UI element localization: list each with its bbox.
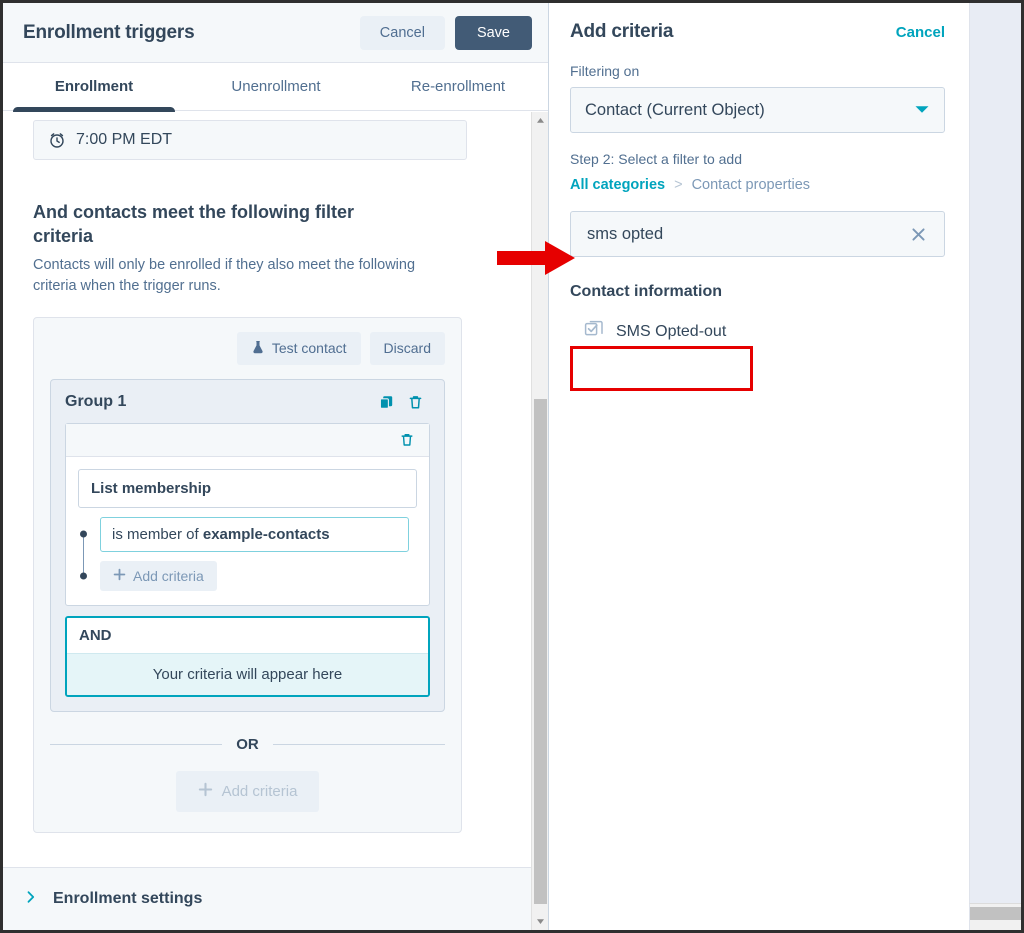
test-contact-button[interactable]: Test contact <box>236 331 361 365</box>
copy-icon[interactable] <box>372 392 401 413</box>
tab-enrollment[interactable]: Enrollment <box>3 63 185 116</box>
search-field-wrap <box>570 211 945 257</box>
right-gutter <box>969 3 1021 903</box>
flask-icon <box>251 340 265 357</box>
filter-condition[interactable]: is member of example-contacts <box>100 516 409 552</box>
filter-conditions-list: is member of example-contacts Add criter… <box>78 516 417 591</box>
and-placeholder: Your criteria will appear here <box>67 653 428 695</box>
result-item-sms-opted-out[interactable]: SMS Opted-out <box>570 309 765 354</box>
enrollment-scroll-content: 7:00 PM EDT And contacts meet the follow… <box>3 112 532 867</box>
filter-section-description: Contacts will only be enrolled if they a… <box>33 256 416 294</box>
scroll-down-arrow-icon[interactable] <box>532 913 548 930</box>
app-window: Enrollment triggers Cancel Save Enrollme… <box>0 0 1024 933</box>
save-button[interactable]: Save <box>454 15 532 50</box>
panel-header: Enrollment triggers Cancel Save <box>3 3 548 63</box>
tab-re-enrollment[interactable]: Re-enrollment <box>367 63 548 110</box>
plus-icon <box>113 568 126 584</box>
filter-card-body: List membership is member of example-con… <box>66 457 429 605</box>
add-criteria-inline-button[interactable]: Add criteria <box>100 560 217 591</box>
search-input[interactable] <box>585 223 907 245</box>
horizontal-scrollbar[interactable] <box>969 903 1021 930</box>
add-criteria-group-button[interactable]: Add criteria <box>175 770 320 812</box>
plus-icon <box>198 782 213 801</box>
result-item-label: SMS Opted-out <box>616 322 727 340</box>
results-group-title: Contact information <box>570 283 722 300</box>
add-criteria-inline-label: Add criteria <box>133 567 204 584</box>
divider-line-left <box>50 743 223 745</box>
enrollment-settings-label: Enrollment settings <box>53 890 203 907</box>
checkbox-list-icon <box>584 319 604 344</box>
tab-unenrollment[interactable]: Unenrollment <box>185 63 367 110</box>
and-block: AND Your criteria will appear here <box>65 615 430 697</box>
trigger-time-chip[interactable]: 7:00 PM EDT <box>33 120 467 160</box>
add-criteria-group-label: Add criteria <box>221 782 298 800</box>
breadcrumb-current: Contact properties <box>691 177 811 193</box>
filter-delete-trash-icon[interactable] <box>393 430 421 450</box>
filter-property-name[interactable]: List membership <box>78 468 417 508</box>
cancel-button[interactable]: Cancel <box>359 15 445 50</box>
tab-unenrollment-label: Unenrollment <box>231 78 321 95</box>
breadcrumb: All categories > Contact properties <box>570 177 945 193</box>
discard-label: Discard <box>383 340 431 357</box>
close-icon[interactable] <box>907 223 930 246</box>
tab-re-enrollment-label: Re-enrollment <box>410 78 506 95</box>
step-label: Step 2: Select a filter to add <box>570 151 742 167</box>
condition-operator: is member of <box>112 525 203 543</box>
filter-card: List membership is member of example-con… <box>65 422 430 606</box>
filter-card-header <box>66 423 429 457</box>
trash-icon[interactable] <box>401 392 430 413</box>
enrollment-triggers-panel: Enrollment triggers Cancel Save Enrollme… <box>3 3 549 930</box>
breadcrumb-separator: > <box>674 177 683 193</box>
page-title: Enrollment triggers <box>23 21 195 43</box>
left-panel-scrollbar[interactable] <box>531 112 548 930</box>
object-select[interactable]: Contact (Current Object) <box>570 87 945 133</box>
test-contact-label: Test contact <box>271 340 347 357</box>
group-name: Group 1 <box>65 393 127 411</box>
tab-enrollment-label: Enrollment <box>54 78 134 95</box>
criteria-container: Test contact Discard Group 1 List member… <box>33 316 462 833</box>
condition-value: example-contacts <box>202 525 330 543</box>
add-criteria-bottom-wrap: Add criteria <box>50 770 445 812</box>
chevron-right-icon <box>25 890 37 909</box>
and-operator-label: AND <box>67 617 428 654</box>
or-divider: OR <box>50 736 445 753</box>
divider-line-right <box>272 743 445 745</box>
filter-group-1: Group 1 List membership is member of exa… <box>50 378 445 712</box>
add-criteria-title: Add criteria <box>570 21 674 42</box>
discard-button[interactable]: Discard <box>369 331 445 365</box>
scrollbar-thumb[interactable] <box>534 399 547 904</box>
filter-add-criteria-row: Add criteria <box>100 560 417 591</box>
hscrollbar-thumb[interactable] <box>970 907 1021 920</box>
chevron-down-icon <box>914 101 930 120</box>
filtering-on-label: Filtering on <box>570 63 640 79</box>
filter-section-heading: And contacts meet the following filter c… <box>33 202 355 247</box>
enrollment-settings-row[interactable]: Enrollment settings <box>3 867 532 930</box>
group-header: Group 1 <box>65 392 430 413</box>
or-label: OR <box>236 735 259 753</box>
breadcrumb-all-categories[interactable]: All categories <box>570 177 665 193</box>
panel-tabs: Enrollment Unenrollment Re-enrollment <box>3 63 548 116</box>
object-select-value: Contact (Current Object) <box>585 100 765 119</box>
trigger-time-value: 7:00 PM EDT <box>76 131 173 148</box>
add-criteria-header: Add criteria Cancel <box>570 21 945 43</box>
add-criteria-panel: Add criteria Cancel Filtering on Contact… <box>550 3 969 930</box>
scroll-up-arrow-icon[interactable] <box>532 112 548 129</box>
criteria-toolbar: Test contact Discard <box>50 331 445 365</box>
filter-condition-row: is member of example-contacts <box>100 516 417 552</box>
add-criteria-cancel-link[interactable]: Cancel <box>896 24 945 41</box>
alarm-clock-icon <box>48 131 66 149</box>
